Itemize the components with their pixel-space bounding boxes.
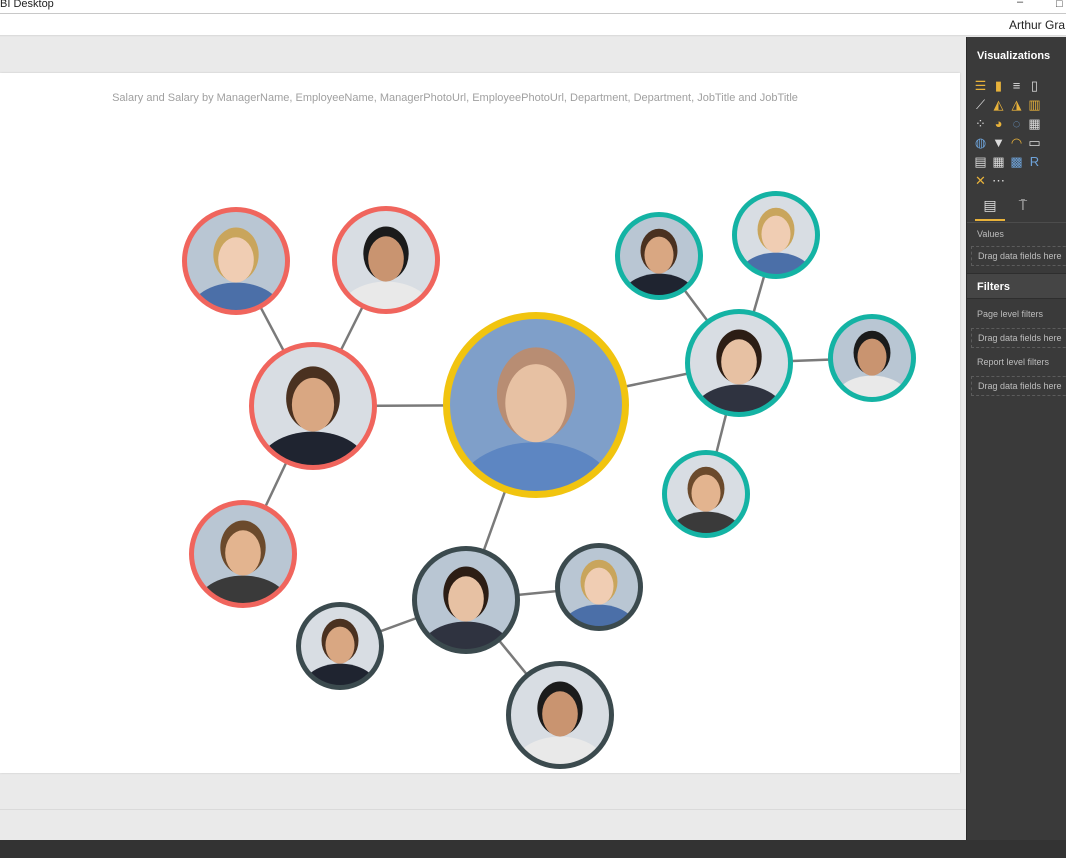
slicer-icon[interactable]: ▤ [974,155,987,168]
filters-bar: Filters [967,273,1066,299]
values-dropzone[interactable]: Drag data fields here [971,246,1066,266]
custom-visual-icon[interactable]: ✕ [974,174,987,187]
table-icon[interactable]: ▦ [992,155,1005,168]
donut-chart-icon[interactable]: ◌ [1010,117,1023,130]
stacked-bar-chart-icon[interactable]: ☰ [974,79,987,92]
funnel-icon[interactable]: ▼ [992,136,1005,149]
node-teal-employee-1[interactable] [615,212,703,322]
matrix-icon[interactable]: ▩ [1010,155,1023,168]
minimize-button[interactable]: – [1012,0,1028,10]
status-bar [0,840,1066,858]
node-red-employee-1[interactable] [182,207,290,342]
card-icon[interactable]: ▭ [1028,136,1041,149]
page-level-filters-dropzone[interactable]: Drag data fields here [971,328,1066,348]
values-label: Values [977,229,1004,239]
node-red-employee-3[interactable] [189,500,297,635]
area-chart-icon[interactable]: ◭ [992,98,1005,111]
scatter-chart-icon[interactable]: ⁘ [974,117,987,130]
pie-chart-icon[interactable]: ◕ [992,117,1005,130]
filters-header: Filters [977,281,1011,293]
fields-icon[interactable]: ▤ [975,197,1005,221]
node-red-employee-2[interactable] [332,206,440,341]
clustered-bar-chart-icon[interactable]: ≡ [1010,79,1023,92]
node-red-manager[interactable] [249,342,377,502]
node-teal-manager[interactable] [685,309,793,444]
line-chart-icon[interactable]: ⟋ [974,98,987,111]
treemap-icon[interactable]: ▦ [1028,117,1041,130]
gauge-icon[interactable]: ◠ [1010,136,1023,149]
visualizations-header: Visualizations [977,50,1051,62]
page-tabs-bar [0,809,966,840]
ribbon-chart-icon[interactable]: ▥ [1028,98,1041,111]
account-bar: Arthur Gra [0,14,1066,36]
node-dark-employee-2[interactable] [555,543,643,653]
r-visual-icon[interactable]: R [1028,155,1041,168]
paint-roller-icon[interactable]: ⍑ [1011,197,1035,221]
user-name[interactable]: Arthur Gra [1009,18,1065,32]
network-graph[interactable] [0,73,960,773]
node-dark-employee-3[interactable] [506,661,614,773]
title-bar: BI Desktop – □ [0,0,1066,14]
node-teal-employee-4[interactable] [662,450,750,560]
node-dark-employee-1[interactable] [296,602,384,712]
report-canvas-area: Salary and Salary by ManagerName, Employ… [0,37,966,840]
node-teal-employee-2[interactable] [732,191,820,301]
clustered-column-chart-icon[interactable]: ▯ [1028,79,1041,92]
stacked-column-chart-icon[interactable]: ▮ [992,79,1005,92]
pane-tabstrip: ▤ ⍑ [967,195,1066,223]
more-visuals-icon[interactable]: ⋯ [992,174,1005,187]
app-title: BI Desktop [0,0,54,10]
node-dark-manager[interactable] [412,546,520,681]
stacked-area-chart-icon[interactable]: ◮ [1010,98,1023,111]
report-level-filters-dropzone[interactable]: Drag data fields here [971,376,1066,396]
page-level-filters-label: Page level filters [977,309,1044,319]
node-teal-employee-3[interactable] [828,314,916,424]
report-page: Salary and Salary by ManagerName, Employ… [0,73,960,773]
map-icon[interactable]: ◍ [974,136,987,149]
report-level-filters-label: Report level filters [977,357,1050,367]
maximize-button[interactable]: □ [1056,0,1066,12]
right-pane: Visualizations ☰ ▮ ≡ ▯ ⟋ ◭ ◮ ▥ ⁘ ◕ ◌ ▦ ◍ ▼ ◠ ▭ ▤ ▦ ▩ R ✕ ⋯ ▤ … [966,37,1066,840]
node-root[interactable] [443,312,629,545]
